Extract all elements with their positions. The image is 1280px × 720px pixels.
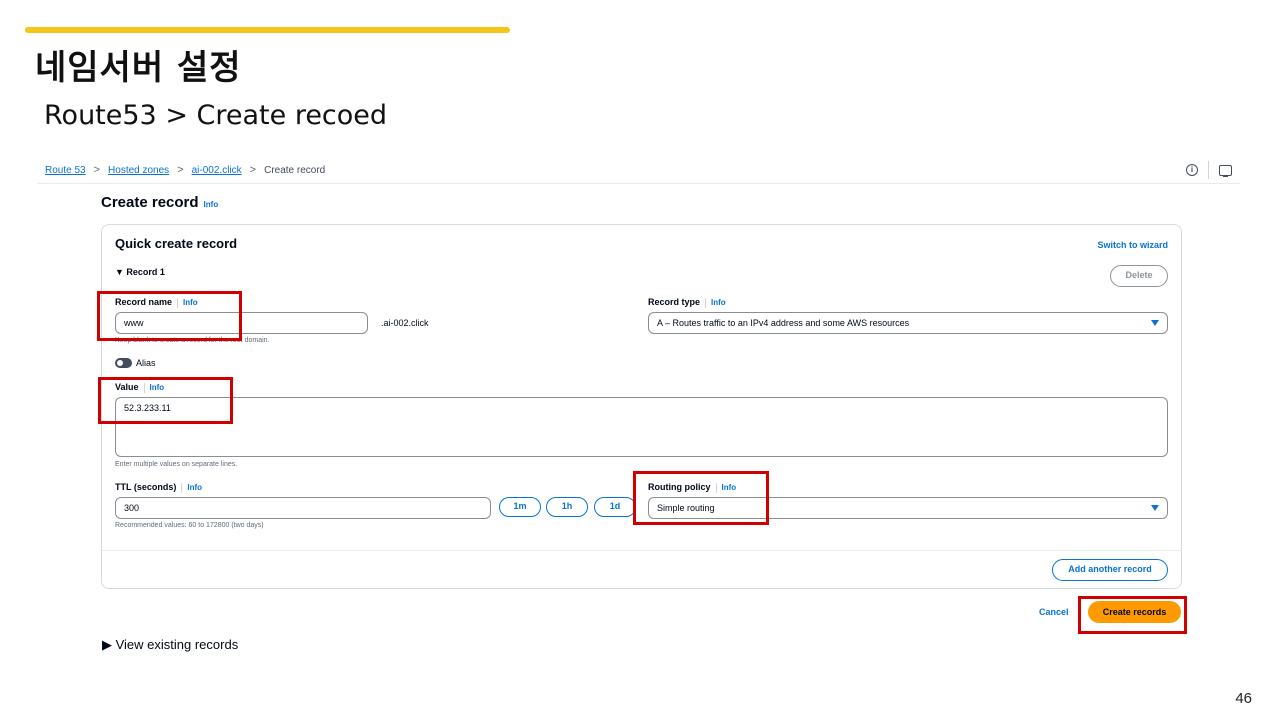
record-1-expander[interactable]: ▼ Record 1: [115, 267, 165, 277]
ttl-1m-button[interactable]: 1m: [499, 497, 541, 517]
switch-to-wizard-link[interactable]: Switch to wizard: [1097, 240, 1168, 250]
create-records-button[interactable]: Create records: [1088, 601, 1181, 623]
record-name-input[interactable]: www: [115, 312, 368, 334]
ttl-input[interactable]: 300: [115, 497, 491, 519]
record-name-label: Record name Info: [115, 297, 198, 308]
divider: [705, 297, 707, 308]
alias-toggle[interactable]: [115, 358, 132, 368]
cancel-button[interactable]: Cancel: [1039, 607, 1069, 617]
info-icon[interactable]: i: [1186, 164, 1198, 176]
breadcrumb: Route 53 > Hosted zones > ai-002.click >…: [45, 164, 325, 176]
alias-label: Alias: [136, 358, 156, 368]
breadcrumb-hosted-zones[interactable]: Hosted zones: [108, 165, 169, 176]
accent-bar: [25, 27, 510, 33]
breadcrumb-route53[interactable]: Route 53: [45, 165, 86, 176]
info-link[interactable]: Info: [722, 483, 737, 492]
divider: [143, 382, 145, 393]
breadcrumb-zone[interactable]: ai-002.click: [192, 165, 242, 176]
caret-down-icon: [1151, 505, 1159, 511]
caret-down-icon: [1151, 320, 1159, 326]
ttl-hint: Recommended values: 60 to 172800 (two da…: [115, 522, 264, 529]
view-existing-records-expander[interactable]: ▶ View existing records: [102, 637, 238, 653]
divider: [177, 297, 179, 308]
value-hint: Enter multiple values on separate lines.: [115, 461, 238, 468]
info-link[interactable]: Info: [183, 298, 198, 307]
page-title: Create record Info: [101, 194, 219, 211]
ttl-1d-button[interactable]: 1d: [594, 497, 636, 517]
slide-subtitle: Route53 > Create recoed: [44, 100, 388, 131]
ttl-label: TTL (seconds) Info: [115, 482, 203, 493]
divider: [715, 482, 717, 493]
top-icons: i: [1186, 161, 1232, 179]
routing-policy-label: Routing policy Info: [648, 482, 737, 493]
divider: [1208, 161, 1209, 179]
slide-page-number: 46: [1235, 690, 1252, 707]
info-link[interactable]: Info: [711, 298, 726, 307]
record-type-select[interactable]: A – Routes traffic to an IPv4 address an…: [648, 312, 1168, 334]
record-name-hint: Keep blank to create a record for the ro…: [115, 337, 270, 344]
card-title: Quick create record: [115, 236, 238, 251]
add-another-record-button[interactable]: Add another record: [1052, 559, 1168, 581]
divider: [181, 482, 183, 493]
info-link[interactable]: Info: [204, 200, 219, 209]
record-type-label: Record type Info: [648, 297, 726, 308]
aws-console-screenshot: Route 53 > Hosted zones > ai-002.click >…: [37, 155, 1240, 658]
ttl-1h-button[interactable]: 1h: [546, 497, 588, 517]
info-link[interactable]: Info: [187, 483, 202, 492]
chevron-right-icon: >: [93, 164, 101, 176]
value-textarea[interactable]: 52.3.233.11: [115, 397, 1168, 457]
value-label: Value Info: [115, 382, 165, 393]
chevron-right-icon: >: [249, 164, 257, 176]
domain-suffix: .ai-002.click: [381, 318, 429, 328]
divider: [102, 550, 1181, 551]
quick-create-card: Quick create record Switch to wizard ▼ R…: [101, 224, 1182, 589]
slide-title: 네임서버 설정: [35, 48, 242, 88]
routing-policy-select[interactable]: Simple routing: [648, 497, 1168, 519]
screen-icon[interactable]: [1219, 164, 1232, 177]
chevron-right-icon: >: [177, 164, 184, 176]
info-link[interactable]: Info: [150, 383, 165, 392]
delete-button[interactable]: Delete: [1110, 265, 1168, 287]
breadcrumb-current: Create record: [264, 164, 326, 176]
divider: [37, 183, 1240, 184]
